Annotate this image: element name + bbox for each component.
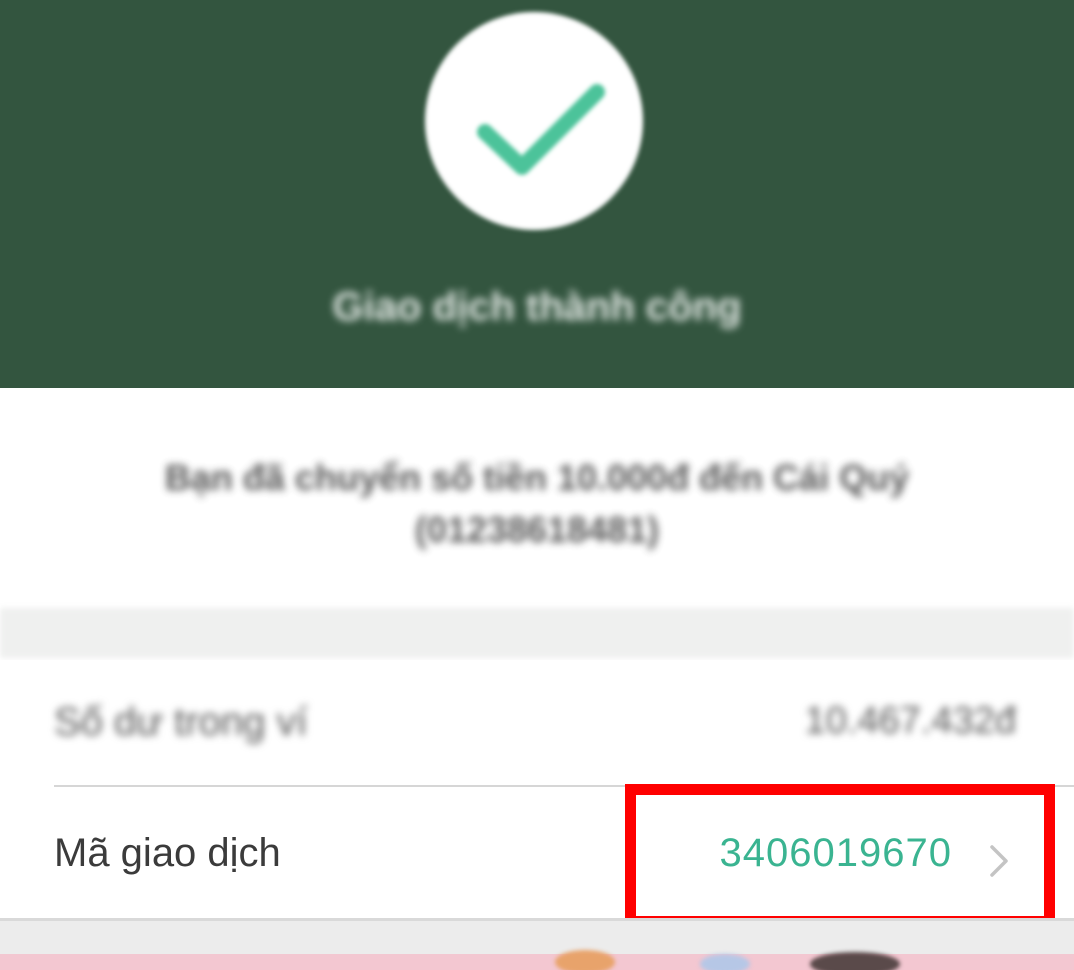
banner-graphic — [810, 952, 900, 970]
transaction-id-label: Mã giao dịch — [54, 831, 281, 875]
transaction-id-value[interactable]: 3406019670 — [720, 831, 952, 876]
transfer-message-line2: (01238618481) — [414, 509, 660, 550]
transaction-result-screen: Giao dịch thành công Bạn đã chuyển số ti… — [0, 0, 1074, 970]
section-separator — [0, 608, 1074, 658]
promo-banner[interactable] — [0, 950, 1074, 970]
bottom-gap — [0, 921, 1074, 954]
success-header: Giao dịch thành công — [0, 0, 1074, 388]
check-icon — [477, 84, 605, 175]
balance-value: 10.467.432đ — [804, 700, 1016, 742]
balance-label: Số dư trong ví — [54, 700, 308, 744]
status-title: Giao dịch thành công — [332, 285, 742, 329]
transfer-message-line1: Bạn đã chuyển số tiền 10.000đ đến Cái Qu… — [164, 457, 910, 498]
chevron-right-icon[interactable] — [984, 841, 1014, 881]
transfer-message: Bạn đã chuyển số tiền 10.000đ đến Cái Qu… — [60, 452, 1014, 556]
success-badge — [425, 12, 643, 230]
banner-graphic — [700, 954, 750, 970]
banner-graphic — [555, 950, 615, 970]
transaction-id-row[interactable]: Mã giao dịch 3406019670 — [0, 787, 1074, 919]
balance-row: Số dư trong ví 10.467.432đ — [0, 660, 1074, 786]
